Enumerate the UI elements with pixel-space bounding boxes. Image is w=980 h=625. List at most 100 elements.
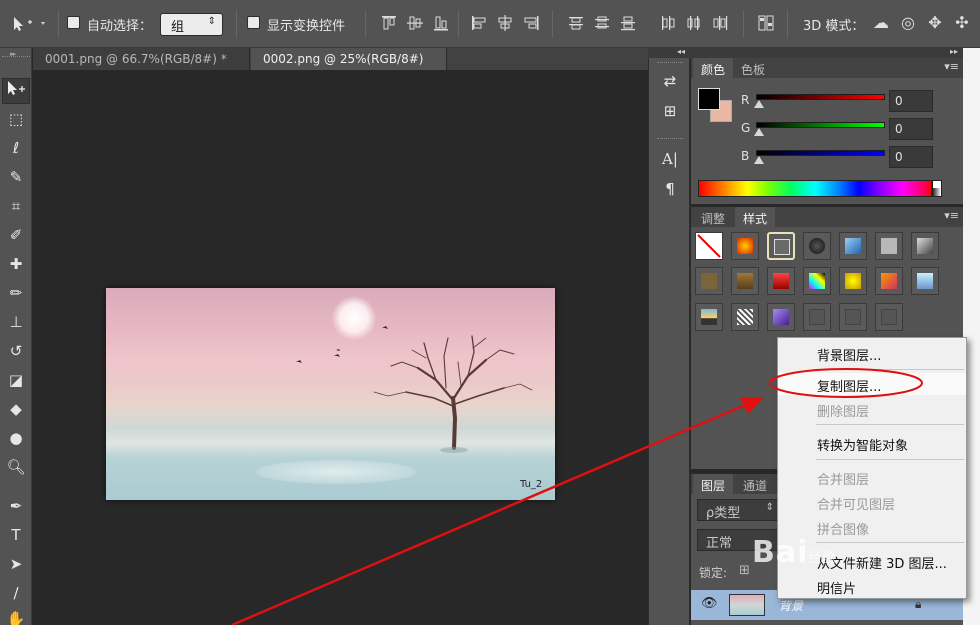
character-panel-icon[interactable]: A| — [658, 150, 682, 172]
brush-tool-icon[interactable]: ✏ — [2, 280, 30, 306]
style-swatch[interactable] — [767, 267, 795, 295]
channel-b-input[interactable]: 0 — [889, 146, 933, 168]
channel-r-slider[interactable] — [756, 94, 885, 100]
hand-tool-icon[interactable]: ✋ — [2, 606, 30, 625]
menu-item-duplicate-layer[interactable]: 复制图层... — [778, 373, 966, 395]
history-brush-tool-icon[interactable]: ↺ — [2, 338, 30, 364]
lock-transparent-icon[interactable]: ⊞ — [739, 563, 750, 578]
channel-g-slider[interactable] — [756, 122, 885, 128]
style-swatch[interactable] — [695, 267, 723, 295]
foreground-color-swatch[interactable] — [698, 88, 720, 110]
style-swatch[interactable] — [839, 303, 867, 331]
document-image[interactable]: Tu_2 — [106, 288, 555, 500]
distribute-left-icon[interactable] — [659, 14, 677, 32]
style-swatch[interactable] — [695, 303, 723, 331]
eye-visibility-icon[interactable]: 👁︎ — [701, 596, 718, 611]
auto-align-icon[interactable] — [757, 14, 775, 32]
eyedropper-tool-icon[interactable]: ✐ — [2, 222, 30, 248]
style-swatch[interactable] — [875, 232, 903, 260]
style-none-swatch[interactable] — [695, 232, 723, 260]
channel-r-input[interactable]: 0 — [889, 90, 933, 112]
style-swatch[interactable] — [911, 267, 939, 295]
style-swatch[interactable] — [731, 232, 759, 260]
channel-r-thumb[interactable] — [754, 100, 764, 108]
align-right-icon[interactable] — [522, 14, 540, 32]
paint-bucket-tool-icon[interactable]: ◆ — [2, 396, 30, 422]
tab-adjustments[interactable]: 调整 — [693, 207, 733, 227]
tab-color[interactable]: 颜色 — [693, 58, 734, 78]
style-swatch[interactable] — [731, 267, 759, 295]
path-select-tool-icon[interactable]: ➤ — [2, 551, 30, 577]
align-bottom-icon[interactable] — [432, 14, 450, 32]
clone-stamp-tool-icon[interactable]: ⊥ — [2, 309, 30, 335]
style-swatch[interactable] — [803, 232, 831, 260]
dock-grip[interactable] — [657, 62, 683, 64]
tab-layers[interactable]: 图层 — [693, 474, 734, 494]
style-swatch[interactable] — [875, 303, 903, 331]
document-tab-0002[interactable]: 0002.png @ 25%(RGB/8#) × — [251, 48, 447, 80]
type-tool-icon[interactable]: T — [2, 522, 30, 548]
menu-item-delete-layer[interactable]: 删除图层 — [778, 398, 966, 420]
blur-tool-icon[interactable]: ● — [2, 425, 30, 451]
distribute-top-icon[interactable] — [567, 14, 585, 32]
style-swatch[interactable] — [839, 232, 867, 260]
pan-3d-icon[interactable]: ✥ — [924, 13, 946, 35]
menu-item-postcard[interactable]: 明信片 — [778, 575, 966, 597]
panel-menu-icon[interactable]: ▾≡ — [944, 209, 959, 222]
rotate-3d-icon[interactable]: ☁ — [870, 13, 892, 35]
quick-select-tool-icon[interactable]: ✎ — [2, 164, 30, 190]
dodge-tool-icon[interactable]: 🔍︎ — [2, 454, 30, 480]
dock-grip[interactable] — [657, 138, 683, 140]
collapse-arrows-icon[interactable]: ◂◂ — [677, 47, 685, 56]
document-tab-0001[interactable]: 0001.png @ 66.7%(RGB/8#) * × — [33, 48, 250, 80]
properties-panel-icon[interactable]: ⊞ — [658, 102, 682, 124]
healing-brush-tool-icon[interactable]: ✚ — [2, 251, 30, 277]
channel-g-input[interactable]: 0 — [889, 118, 933, 140]
style-swatch[interactable] — [803, 267, 831, 295]
align-vcenter-icon[interactable] — [406, 14, 424, 32]
channel-b-thumb[interactable] — [754, 156, 764, 164]
crop-tool-icon[interactable]: ⌗ — [2, 193, 30, 219]
tab-channels[interactable]: 通道 — [735, 474, 775, 494]
channel-b-slider[interactable] — [756, 150, 885, 156]
menu-item-background-layer[interactable]: 背景图层... — [778, 342, 966, 364]
auto-select-dropdown[interactable]: 组 ⇕ — [160, 13, 223, 36]
style-swatch[interactable] — [767, 303, 795, 331]
menu-item-merge-visible[interactable]: 合并可见图层 — [778, 491, 966, 513]
style-swatch[interactable] — [911, 232, 939, 260]
align-left-icon[interactable] — [470, 14, 488, 32]
slide-3d-icon[interactable]: ✣ — [951, 13, 973, 35]
channel-g-thumb[interactable] — [754, 128, 764, 136]
distribute-right-icon[interactable] — [711, 14, 729, 32]
tab-swatches[interactable]: 色板 — [733, 58, 773, 78]
layer-filter-select[interactable]: ρ类型 ⇕ — [697, 499, 779, 521]
roll-3d-icon[interactable]: ◎ — [897, 13, 919, 35]
show-transform-checkbox[interactable] — [247, 16, 260, 29]
collapse-arrows-icon[interactable]: ▸▸ — [950, 47, 958, 56]
align-top-icon[interactable] — [380, 14, 398, 32]
move-tool-icon[interactable] — [2, 78, 30, 104]
tool-preset-picker[interactable] — [8, 13, 52, 35]
menu-item-convert-smart-object[interactable]: 转换为智能对象 — [778, 432, 966, 454]
style-swatch[interactable] — [731, 303, 759, 331]
auto-select-checkbox[interactable] — [67, 16, 80, 29]
history-panel-icon[interactable]: ⇄ — [658, 72, 682, 94]
panel-menu-icon[interactable]: ▾≡ — [944, 60, 959, 73]
style-swatch[interactable] — [803, 303, 831, 331]
distribute-vcenter-icon[interactable] — [593, 14, 611, 32]
color-spectrum-ramp[interactable] — [698, 180, 942, 197]
lasso-tool-icon[interactable]: ℓ — [2, 135, 30, 161]
tab-styles[interactable]: 样式 — [735, 207, 776, 227]
distribute-hcenter-icon[interactable] — [685, 14, 703, 32]
style-swatch[interactable] — [839, 267, 867, 295]
eraser-tool-icon[interactable]: ◪ — [2, 367, 30, 393]
style-swatch-selected[interactable] — [767, 232, 795, 260]
pen-tool-icon[interactable]: ✒ — [2, 493, 30, 519]
distribute-bottom-icon[interactable] — [619, 14, 637, 32]
style-swatch[interactable] — [875, 267, 903, 295]
menu-item-merge-layers[interactable]: 合并图层 — [778, 466, 966, 488]
align-hcenter-icon[interactable] — [496, 14, 514, 32]
marquee-tool-icon[interactable]: ⬚ — [2, 106, 30, 132]
toolbar-grip[interactable] — [2, 56, 30, 59]
paragraph-panel-icon[interactable]: ¶ — [658, 180, 682, 202]
